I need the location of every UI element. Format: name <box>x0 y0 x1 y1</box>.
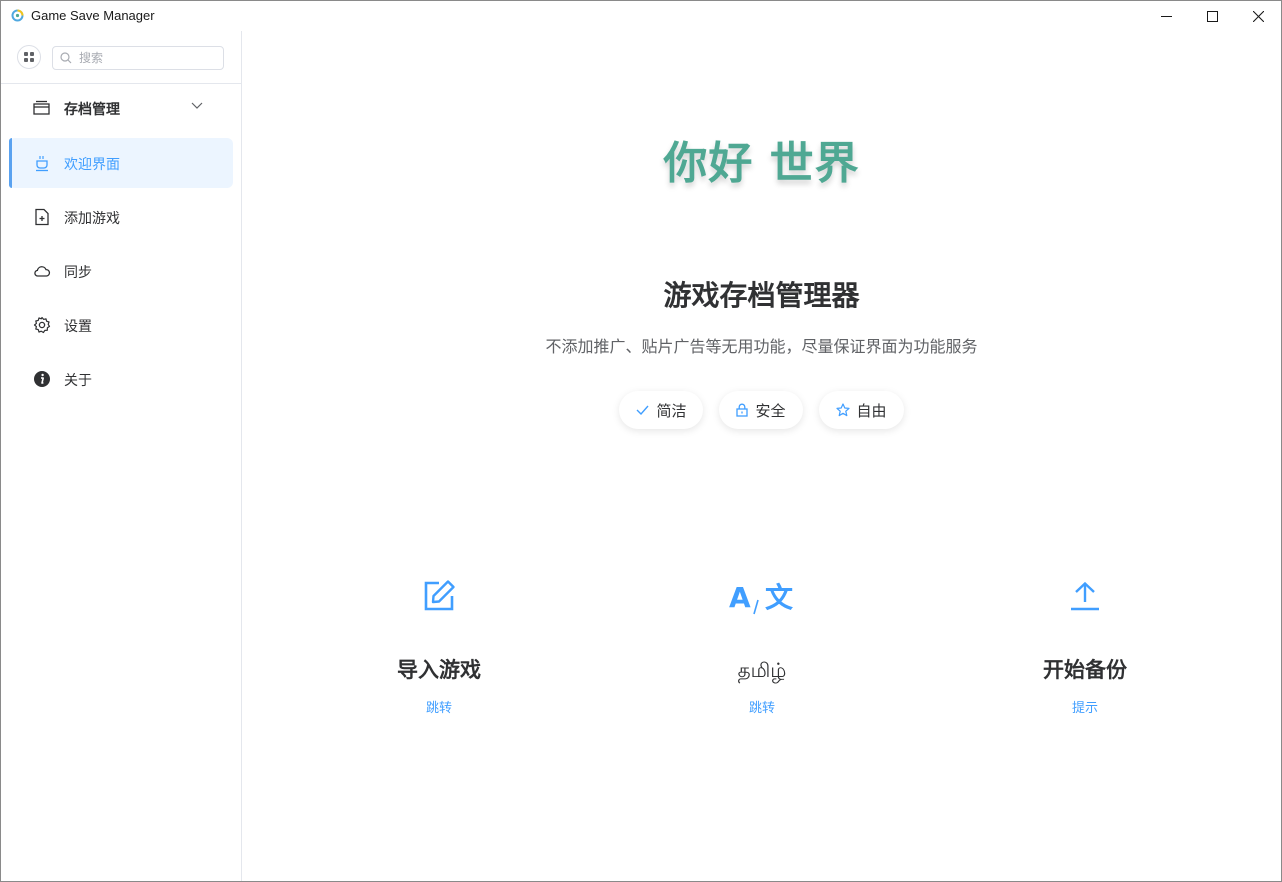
feature-title: 导入游戏 <box>397 658 481 682</box>
minimize-button[interactable] <box>1143 1 1189 31</box>
info-icon <box>34 371 50 387</box>
window-title: Game Save Manager <box>31 8 155 23</box>
feature-link-jump[interactable]: 跳转 <box>309 697 569 716</box>
feature-language: A 文 தமிழ் 跳转 <box>632 571 892 716</box>
app-window: Game Save Manager 搜索 存档管理 欢迎界面 添加游戏 同步 设… <box>0 0 1282 882</box>
sidebar-header <box>1 31 241 84</box>
sidebar-item-label: 设置 <box>64 319 92 335</box>
page-description: 不添加推广、贴片广告等无用功能，尽量保证界面为功能服务 <box>545 337 978 356</box>
tag-list: 简洁 安全 自由 <box>242 391 1281 429</box>
svg-text:文: 文 <box>765 581 793 614</box>
tag-label: 自由 <box>856 401 887 420</box>
archive-icon <box>33 100 50 115</box>
check-icon <box>636 405 649 415</box>
svg-text:A: A <box>729 581 751 614</box>
tag-label: 简洁 <box>656 401 687 420</box>
app-logo-icon <box>11 9 24 22</box>
sidebar-item-sync[interactable]: 同步 <box>9 246 233 296</box>
minimize-icon <box>1160 15 1172 17</box>
add-document-icon <box>35 208 49 226</box>
upload-icon <box>1071 581 1099 611</box>
feature-link-jump[interactable]: 跳转 <box>632 697 892 716</box>
feature-import-game: 导入游戏 跳转 <box>309 571 569 716</box>
feature-link-tip[interactable]: 提示 <box>955 697 1215 716</box>
grid-icon <box>24 52 34 62</box>
menu-group-label: 存档管理 <box>64 102 120 118</box>
chevron-down-icon <box>191 102 203 109</box>
main-content: 你好 世界 游戏存档管理器 不添加推广、贴片广告等无用功能，尽量保证界面为功能服… <box>242 31 1281 881</box>
lock-icon <box>736 403 749 417</box>
edit-icon <box>424 580 455 611</box>
sidebar-item-label: 欢迎界面 <box>64 157 120 173</box>
apps-grid-button[interactable] <box>17 45 41 69</box>
maximize-button[interactable] <box>1189 1 1235 31</box>
menu-group-archive[interactable]: 存档管理 <box>1 83 241 135</box>
sidebar-item-label: 关于 <box>64 373 92 389</box>
tag-label: 安全 <box>755 401 786 420</box>
feature-title: 开始备份 <box>1043 658 1127 682</box>
sidebar-item-add-game[interactable]: 添加游戏 <box>9 192 233 242</box>
sidebar-item-label: 同步 <box>64 265 92 281</box>
search-box <box>52 46 224 70</box>
maximize-icon <box>1206 10 1218 22</box>
feature-start-backup: 开始备份 提示 <box>955 571 1215 716</box>
close-icon <box>1252 10 1264 22</box>
sidebar: 存档管理 欢迎界面 添加游戏 <box>1 31 242 881</box>
translate-icon: A 文 <box>729 581 793 615</box>
hero-title: 你好 世界 <box>663 138 860 189</box>
page-title: 游戏存档管理器 <box>663 279 860 312</box>
close-button[interactable] <box>1235 1 1281 31</box>
search-input[interactable] <box>79 49 219 67</box>
tag-free: 自由 <box>818 391 904 429</box>
sidebar-item-settings[interactable]: 设置 <box>9 300 233 350</box>
tag-simple: 简洁 <box>619 391 704 429</box>
sidebar-item-label: 添加游戏 <box>64 211 120 227</box>
coffee-cup-icon <box>36 156 48 172</box>
feature-title: தமிழ் <box>737 658 787 682</box>
gear-icon <box>33 316 51 334</box>
cloud-icon <box>34 266 51 277</box>
sidebar-item-about[interactable]: 关于 <box>9 354 233 404</box>
star-icon <box>835 403 850 417</box>
sidebar-item-welcome[interactable]: 欢迎界面 <box>9 138 233 188</box>
search-icon <box>60 52 72 64</box>
title-bar: Game Save Manager <box>1 1 1281 31</box>
tag-safe: 安全 <box>719 391 803 429</box>
